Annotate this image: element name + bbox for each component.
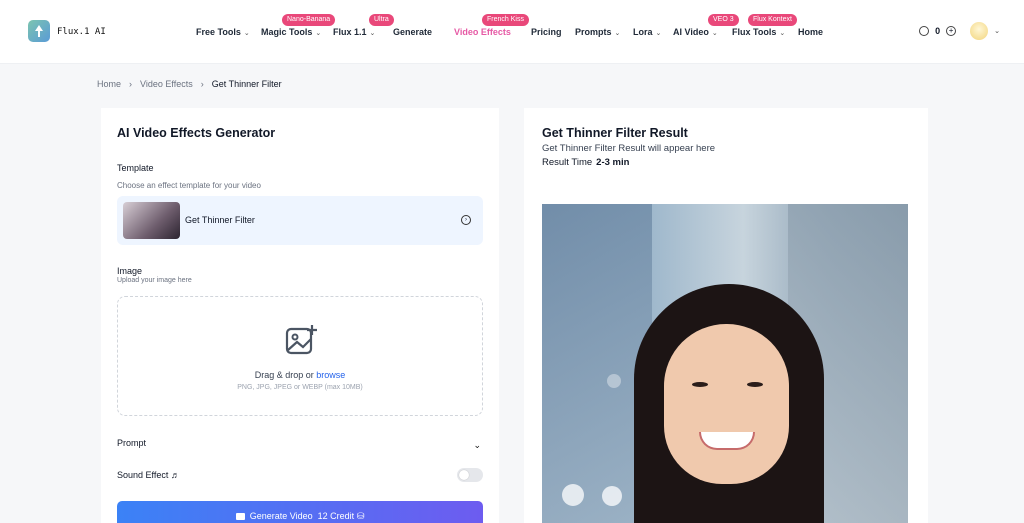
image-add-icon bbox=[285, 325, 317, 355]
chevron-right-icon: › bbox=[200, 79, 204, 89]
coin-icon bbox=[919, 26, 930, 36]
logo-icon[interactable] bbox=[28, 20, 50, 42]
brand-name[interactable]: Flux.1 AI bbox=[57, 27, 106, 37]
chevron-right-icon: › bbox=[129, 79, 133, 89]
nav-generate[interactable]: Generate bbox=[393, 27, 432, 37]
badge-french-kiss: French Kiss bbox=[482, 14, 529, 26]
template-label: Template bbox=[117, 163, 154, 173]
image-dropzone[interactable]: Drag & drop or browse PNG, JPG, JPEG or … bbox=[117, 296, 483, 416]
nav-home[interactable]: Home bbox=[798, 27, 823, 37]
top-header: Flux.1 AI Free Tools ⌄ Magic Tools ⌄ Flux … bbox=[0, 0, 1024, 64]
nav-prompts[interactable]: Prompts ⌄ bbox=[575, 27, 620, 37]
image-subtitle: Upload your image here bbox=[117, 277, 192, 284]
badge-ultra: Ultra bbox=[369, 14, 394, 26]
nav-pricing[interactable]: Pricing bbox=[531, 27, 562, 37]
breadcrumb-video-effects[interactable]: Video Effects bbox=[140, 79, 193, 89]
music-note-icon: ♬ bbox=[170, 470, 180, 480]
badge-nano-banana: Nano-Banana bbox=[282, 14, 336, 26]
header-account: 0 + ⌄ bbox=[919, 22, 1000, 40]
arrow-right-circle-icon[interactable]: › bbox=[461, 215, 471, 225]
nav-magic-tools[interactable]: Magic Tools ⌄ bbox=[261, 27, 321, 37]
file-types-hint: PNG, JPG, JPEG or WEBP (max 10MB) bbox=[237, 384, 363, 391]
result-title: Get Thinner Filter Result bbox=[542, 126, 688, 140]
generate-video-button[interactable]: Generate Video 12 Credit ⛁ bbox=[117, 501, 483, 523]
result-time: Result Time 2-3 min bbox=[542, 157, 630, 168]
chevron-down-icon[interactable]: ⌄ bbox=[994, 27, 1000, 35]
breadcrumb-current: Get Thinner Filter bbox=[211, 79, 282, 89]
template-selector[interactable]: Get Thinner Filter › bbox=[117, 196, 483, 245]
nav-flux-tools[interactable]: Flux Tools ⌄ bbox=[732, 27, 785, 37]
browse-link[interactable]: browse bbox=[316, 370, 345, 380]
nav-video-effects[interactable]: Video Effects bbox=[454, 27, 511, 37]
result-subtitle: Get Thinner Filter Result will appear he… bbox=[542, 143, 716, 154]
template-subtitle: Choose an effect template for your video bbox=[117, 181, 261, 190]
add-credits-icon[interactable]: + bbox=[946, 26, 957, 36]
image-label: Image bbox=[117, 266, 143, 276]
drop-instructions: Drag & drop or browse bbox=[254, 370, 346, 380]
prompt-label[interactable]: Prompt bbox=[117, 438, 146, 448]
video-camera-icon bbox=[235, 513, 245, 520]
generator-panel: AI Video Effects Generator Template Choo… bbox=[101, 108, 499, 523]
badge-veo3: VEO 3 bbox=[708, 14, 739, 26]
avatar[interactable] bbox=[970, 22, 989, 40]
credit-count: 0 bbox=[935, 26, 941, 36]
nav-ai-video[interactable]: AI Video ⌄ bbox=[673, 27, 718, 37]
result-preview-image bbox=[542, 204, 908, 523]
breadcrumb-home[interactable]: Home bbox=[97, 79, 121, 89]
chevron-down-icon[interactable]: ⌄ bbox=[473, 440, 481, 451]
result-panel: Get Thinner Filter Result Get Thinner Fi… bbox=[524, 108, 928, 523]
nav-free-tools[interactable]: Free Tools ⌄ bbox=[196, 27, 250, 37]
badge-flux-kontext: Flux Kontext bbox=[748, 14, 797, 26]
nav-lora[interactable]: Lora ⌄ bbox=[633, 27, 661, 37]
sound-effect-toggle[interactable] bbox=[457, 468, 483, 482]
generator-title: AI Video Effects Generator bbox=[117, 126, 276, 140]
breadcrumb: Home › Video Effects › Get Thinner Filte… bbox=[97, 79, 282, 89]
coins-icon: ⛁ bbox=[356, 511, 365, 521]
nav-flux-11[interactable]: Flux 1.1 ⌄ bbox=[333, 27, 375, 37]
template-name: Get Thinner Filter bbox=[185, 215, 255, 225]
sound-effect-label: Sound Effect ♬ bbox=[117, 470, 180, 480]
template-thumbnail bbox=[123, 202, 180, 239]
